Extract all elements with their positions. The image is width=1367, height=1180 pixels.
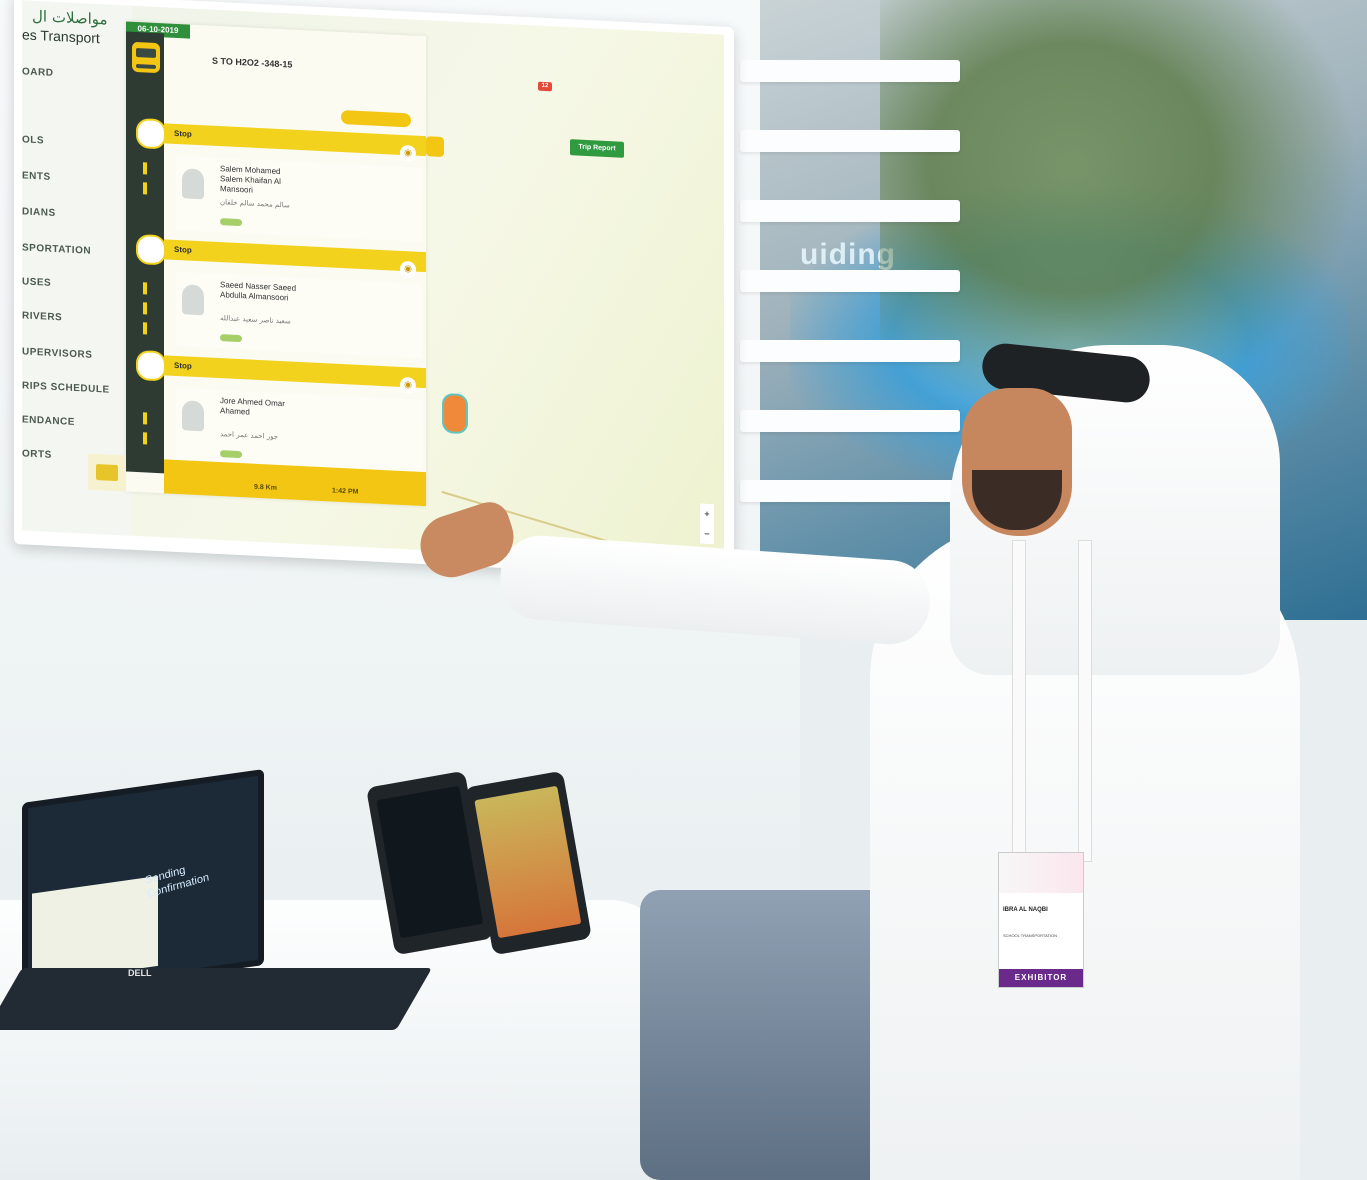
stop-label: Stop (174, 128, 192, 139)
laptop-brand-logo: DELL (128, 968, 152, 978)
road-dash (143, 322, 147, 335)
stop-bar[interactable]: Stop (136, 233, 426, 273)
student-status-pill (220, 334, 242, 343)
student-name: Saeed Nasser Saeed Abdulla Almansoori (220, 280, 297, 303)
student-name-arabic: سعيد ناصر سعيد عبدالله (220, 314, 291, 326)
stop-time-marker (136, 117, 166, 150)
location-pin-icon: ◉ (400, 260, 416, 278)
brand-arabic: مواصلات ال (32, 6, 108, 29)
nav-item-transportation[interactable]: SPORTATION (22, 242, 91, 256)
school-building-icon (88, 453, 126, 492)
trip-panel: 06-10-2019 S TO H2O2 -348-15 Stop Salem … (88, 21, 426, 507)
nav-item-reports[interactable]: ORTS (22, 448, 52, 460)
transport-dashboard: مواصلات ال es Transport OARD OLS ENTS DI… (22, 0, 724, 565)
nav-item-students[interactable]: ENTS (22, 170, 51, 182)
nav-item-dashboard[interactable]: OARD (22, 66, 53, 79)
nav-item-supervisors[interactable]: UPERVISORS (22, 346, 92, 360)
exhibitor-badge: IBRA AL NAQBI SCHOOL TRANSPORTATION EXHI… (998, 852, 1084, 988)
nav-item-schools[interactable]: OLS (22, 134, 44, 146)
location-pin-icon: ◉ (400, 376, 416, 394)
nav-item-attendance[interactable]: ENDANCE (22, 414, 75, 428)
student-avatar (182, 168, 204, 200)
stop-time-marker (136, 349, 166, 382)
exhibition-scene: uiding مواصلات ال es Transport OARD OLS … (0, 0, 1367, 1180)
student-avatar (182, 400, 204, 432)
student-status-pill (220, 450, 242, 459)
booth-fin (740, 340, 960, 362)
bus-location-marker[interactable] (442, 392, 468, 435)
nav-item-trips-schedule[interactable]: RIPS SCHEDULE (22, 380, 110, 395)
booth-fin (740, 60, 960, 82)
booth-fin (740, 410, 960, 432)
student-name-arabic: جور احمد عمر احمد (220, 430, 279, 441)
badge-role: SCHOOL TRANSPORTATION (1003, 933, 1058, 938)
route-id: S TO H2O2 -348-15 (212, 55, 293, 70)
stop-time-marker (136, 233, 166, 266)
nav-item-buses[interactable]: USES (22, 276, 51, 288)
nav-item-guardians[interactable]: DIANS (22, 206, 56, 219)
tablet-screen (474, 785, 582, 939)
booth-fin (740, 200, 960, 222)
trip-info-chip[interactable] (341, 109, 411, 128)
trip-report-button[interactable]: Trip Report (570, 139, 624, 158)
stop-label: Stop (174, 360, 192, 371)
wall-monitor: مواصلات ال es Transport OARD OLS ENTS DI… (14, 0, 734, 580)
road-dash (143, 162, 147, 175)
badge-header (999, 853, 1083, 893)
booth-fin (740, 480, 960, 502)
road-dash (143, 302, 147, 315)
student-card[interactable]: Salem Mohamed Salem Khaifan Al Mansoori … (176, 144, 422, 242)
location-pin-icon: ◉ (400, 144, 416, 162)
stop-bar[interactable]: Stop (136, 349, 426, 389)
booth-fin (740, 270, 960, 292)
student-name: Jore Ahmed Omar Ahamed (220, 396, 285, 417)
map-zoom-control[interactable]: + − (700, 503, 714, 545)
badge-lanyard (1012, 540, 1026, 862)
road-dash (143, 412, 147, 425)
booth-fin (740, 130, 960, 152)
trip-distance: 9.8 Km (254, 483, 277, 492)
laptop-keyboard (0, 968, 432, 1030)
badge-name: IBRA AL NAQBI (1003, 907, 1048, 913)
bus-icon (426, 136, 444, 158)
laptop-screen: Sending Confirmation (22, 768, 264, 1000)
student-status-pill (220, 218, 242, 227)
school-bus-icon (132, 41, 160, 74)
laptop-message: Sending Confirmation (144, 857, 210, 902)
student-name: Salem Mohamed Salem Khaifan Al Mansoori (220, 164, 281, 195)
road-dash (143, 282, 147, 295)
trip-end-time: 1:42 PM (332, 487, 359, 496)
stop-bar[interactable]: Stop (136, 117, 426, 157)
nav-item-drivers[interactable]: RIVERS (22, 310, 62, 323)
notification-badge[interactable]: 12 (538, 81, 552, 92)
student-card[interactable]: Saeed Nasser Saeed Abdulla Almansoori سع… (176, 260, 422, 358)
student-avatar (182, 284, 204, 316)
stop-label: Stop (174, 244, 192, 255)
badge-lanyard (1078, 540, 1092, 862)
student-name-arabic: سالم محمد سالم خلفان (220, 198, 290, 210)
road-dash (143, 432, 147, 445)
brand-name: es Transport (22, 26, 100, 47)
road-dash (143, 182, 147, 195)
badge-footer: EXHIBITOR (999, 969, 1083, 987)
